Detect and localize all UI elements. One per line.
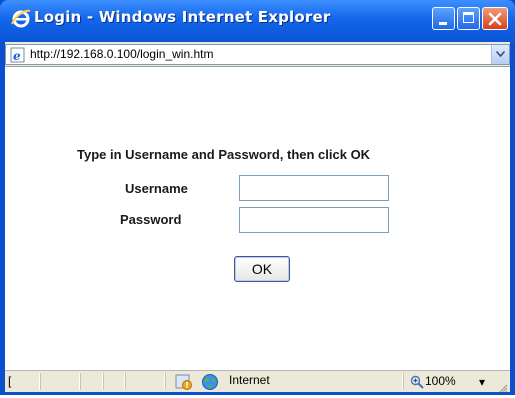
login-prompt: Type in Username and Password, then clic… — [77, 147, 371, 162]
ok-button[interactable]: OK — [234, 256, 290, 282]
title-bar[interactable]: Login - Windows Internet Explorer — [0, 0, 515, 42]
address-bar: e http://192.168.0.100/login_win.htm — [5, 42, 510, 66]
close-button[interactable] — [482, 7, 508, 30]
svg-text:e: e — [13, 49, 21, 63]
security-zone[interactable]: Internet — [229, 373, 270, 387]
zoom-level[interactable]: 100% — [425, 374, 456, 388]
dropdown-arrow-icon — [496, 51, 505, 57]
resize-grip-icon[interactable] — [498, 380, 508, 393]
status-divider — [165, 373, 167, 390]
status-bar: [ Internet 100% ▾ — [5, 370, 510, 395]
status-divider — [80, 373, 82, 390]
zoom-icon — [410, 375, 424, 394]
minimize-button[interactable] — [432, 7, 455, 30]
ie-window: Login - Windows Internet Explorer e http… — [0, 0, 515, 395]
status-divider — [40, 373, 42, 390]
globe-icon — [201, 373, 219, 396]
status-text: [ — [8, 374, 12, 388]
ie-logo-icon — [10, 8, 32, 30]
address-url: http://192.168.0.100/login_win.htm — [30, 47, 214, 61]
username-label: Username — [125, 181, 188, 196]
status-divider — [103, 373, 105, 390]
close-icon — [488, 12, 502, 26]
password-input[interactable] — [239, 207, 389, 233]
zoom-dropdown-arrow[interactable]: ▾ — [479, 375, 485, 389]
address-dropdown-button[interactable] — [491, 45, 509, 64]
protected-mode-warning-icon[interactable] — [175, 374, 193, 395]
status-divider — [403, 373, 405, 390]
status-divider — [125, 373, 127, 390]
page-icon: e — [10, 47, 26, 63]
maximize-button[interactable] — [457, 7, 480, 30]
address-field[interactable]: e http://192.168.0.100/login_win.htm — [5, 44, 510, 65]
username-input[interactable] — [239, 175, 389, 201]
window-title: Login - Windows Internet Explorer — [34, 8, 331, 26]
password-label: Password — [120, 212, 182, 227]
page-content: Type in Username and Password, then clic… — [5, 66, 510, 370]
